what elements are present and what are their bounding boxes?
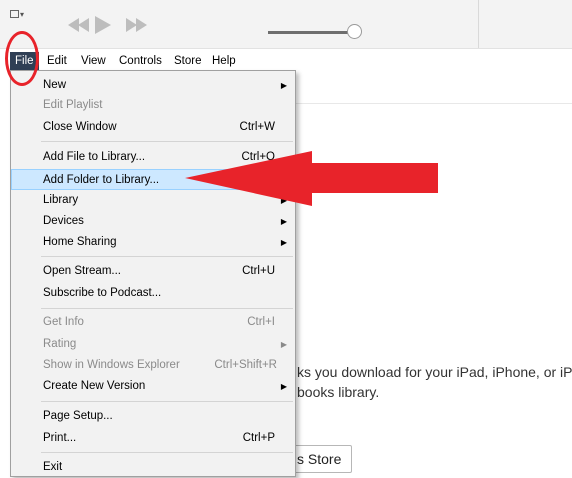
menu-item-label: Subscribe to Podcast...: [43, 287, 162, 299]
menu-item-new[interactable]: New ▶: [11, 75, 295, 96]
arrow-shape: [185, 151, 438, 206]
menu-item-print[interactable]: Print... Ctrl+P: [11, 428, 295, 449]
menu-item-rating: Rating ▶: [11, 334, 295, 355]
menu-item-label: Page Setup...: [43, 410, 113, 422]
menu-item-label: Home Sharing: [43, 236, 117, 248]
menu-item-label: Exit: [43, 461, 63, 473]
menu-view[interactable]: View: [77, 52, 110, 70]
menu-separator: [41, 256, 293, 257]
window-menu-icon[interactable]: ▾: [10, 10, 24, 20]
menu-item-get-info: Get Info Ctrl+I: [11, 312, 295, 333]
menu-item-label: Open Stream...: [43, 265, 121, 277]
menu-item-label: Show in Windows Explorer: [43, 359, 180, 371]
menu-separator: [41, 308, 293, 309]
menu-controls[interactable]: Controls: [115, 52, 166, 70]
menu-item-close-window[interactable]: Close Window Ctrl+W: [11, 117, 295, 138]
library-description-text-2: books library.: [297, 384, 380, 400]
status-divider: [478, 0, 479, 48]
submenu-arrow-icon: ▶: [280, 238, 287, 247]
menu-item-exit[interactable]: Exit: [11, 457, 295, 478]
menu-item-show-in-explorer: Show in Windows Explorer Ctrl+Shift+R: [11, 355, 295, 376]
submenu-arrow-icon: ▶: [280, 382, 287, 391]
menu-bar: File Edit View Controls Store Help: [0, 52, 572, 70]
menu-separator: [41, 401, 293, 402]
content-divider: [292, 103, 572, 104]
file-menu-dropdown: New ▶ Edit Playlist Close Window Ctrl+W …: [10, 70, 296, 477]
shortcut-label: Ctrl+Shift+R: [214, 359, 277, 371]
menu-item-label: Library: [43, 194, 79, 206]
shortcut-label: Ctrl+P: [242, 432, 275, 444]
menu-item-home-sharing[interactable]: Home Sharing ▶: [11, 232, 295, 253]
shortcut-label: Ctrl+W: [239, 121, 275, 133]
menu-item-label: Create New Version: [43, 380, 146, 392]
menu-separator: [41, 452, 293, 453]
menu-item-label: Add Folder to Library...: [43, 174, 160, 186]
shortcut-label: Ctrl+I: [247, 316, 275, 328]
menu-help[interactable]: Help: [208, 52, 240, 70]
menu-item-label: Get Info: [43, 316, 84, 328]
submenu-arrow-icon: ▶: [280, 81, 287, 90]
menu-edit[interactable]: Edit: [43, 52, 71, 70]
menu-item-subscribe-podcast[interactable]: Subscribe to Podcast...: [11, 283, 295, 304]
menu-item-label: New: [43, 79, 67, 91]
menu-item-label: Print...: [43, 432, 77, 444]
annotation-circle: [5, 31, 39, 86]
menu-item-create-new-version[interactable]: Create New Version ▶: [11, 376, 295, 397]
menu-item-label: Edit Playlist: [43, 99, 103, 111]
menu-item-label: Add File to Library...: [43, 151, 146, 163]
menu-separator: [41, 141, 293, 142]
menu-item-page-setup[interactable]: Page Setup...: [11, 406, 295, 427]
submenu-arrow-icon: ▶: [280, 340, 287, 349]
volume-slider-knob[interactable]: [347, 24, 362, 39]
menu-item-label: Devices: [43, 215, 84, 227]
player-toolbar: ▾: [0, 0, 572, 49]
menu-item-label: Close Window: [43, 121, 117, 133]
menu-item-label: Rating: [43, 338, 77, 350]
shortcut-label: Ctrl+U: [242, 265, 275, 277]
menu-store[interactable]: Store: [170, 52, 206, 70]
menu-item-open-stream[interactable]: Open Stream... Ctrl+U: [11, 261, 295, 282]
annotation-arrow-icon: [185, 151, 438, 206]
menu-item-edit-playlist: Edit Playlist: [11, 95, 295, 116]
library-description-text: ks you download for your iPad, iPhone, o…: [297, 364, 572, 380]
